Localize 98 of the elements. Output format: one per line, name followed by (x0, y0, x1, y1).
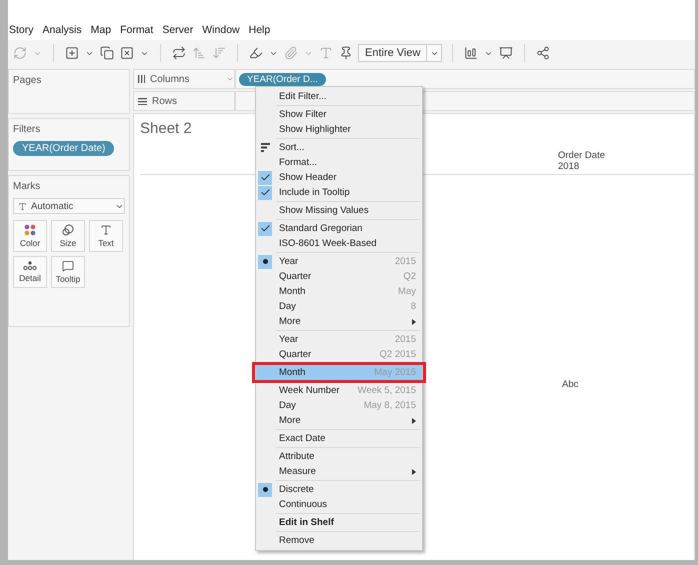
duplicate-button[interactable] (99, 45, 115, 61)
fit-dropdown[interactable]: Entire View (358, 44, 442, 62)
rows-icon (138, 98, 147, 104)
field-pill[interactable]: YEAR(Order D... (239, 72, 326, 86)
menu-item[interactable]: Quarter Q2 (256, 269, 422, 284)
menu-item[interactable]: Format... (256, 155, 422, 170)
submenu-arrow-icon (412, 318, 416, 324)
menu-item[interactable]: Show Header (256, 170, 422, 185)
mark-card[interactable]: Color (13, 220, 47, 252)
mark-card[interactable]: Detail (13, 256, 47, 288)
menu-item[interactable]: Show Filter (256, 107, 422, 122)
menu-item[interactable]: Discrete (256, 482, 422, 497)
sort-icon (260, 143, 270, 152)
panel-title: Pages (13, 75, 42, 86)
swap-icon (172, 46, 186, 60)
new-worksheet-button[interactable] (64, 45, 80, 61)
mark-card[interactable]: Tooltip (51, 256, 85, 288)
submenu-arrow-icon (412, 418, 416, 424)
menu-item[interactable]: More (256, 314, 422, 329)
text-icon (100, 224, 112, 236)
menu-item-value: May 8, 2015 (364, 400, 416, 411)
menu-item-value: 8 (410, 301, 416, 312)
menu-item[interactable]: Exact Date (256, 431, 422, 446)
shelf-drop-area[interactable]: YEAR(Order D... (235, 69, 695, 89)
menu-item[interactable]: Quarter Q2 2015 (256, 347, 422, 362)
menu-item[interactable]: Attribute (256, 449, 422, 464)
menu-item[interactable]: Day 8 (256, 299, 422, 314)
menu-item[interactable]: ISO-8601 Week-Based (256, 236, 422, 251)
menu-item[interactable]: Day May 8, 2015 (256, 398, 422, 413)
menu-item[interactable]: Edit in Shelf (256, 515, 422, 530)
sort-ascending-icon (192, 46, 206, 60)
menu-item[interactable]: More (256, 413, 422, 428)
menu-item[interactable]: Remove (256, 533, 422, 548)
menu-item-value: Q2 2015 (380, 349, 416, 360)
sheet-title: Sheet 2 (140, 120, 192, 137)
menu-item[interactable]: Sort... (256, 140, 422, 155)
menu-item-value: May 2015 (374, 367, 416, 378)
text-icon (319, 46, 333, 60)
presentation-icon (499, 46, 514, 60)
menu-item-value: May (398, 286, 416, 297)
menu-bar-item[interactable]: Story (9, 24, 34, 36)
caret-icon (226, 75, 234, 83)
menu-bar-item[interactable]: Server (162, 24, 194, 36)
menu-item-value: 2015 (394, 256, 416, 267)
panel-title: Filters (13, 124, 42, 135)
bar-chart-icon (464, 46, 478, 60)
menu-bar-item[interactable]: Help (248, 24, 270, 36)
menu-item[interactable]: Month May 2015 (256, 365, 422, 380)
menu-bar-item[interactable]: Map (90, 24, 112, 36)
presentation-button[interactable] (498, 45, 514, 61)
menu-item[interactable]: Include in Tooltip (256, 185, 422, 200)
highlighter-icon (249, 46, 263, 60)
menu-bar-item[interactable]: Analysis (42, 24, 82, 36)
pin-icon (339, 46, 353, 60)
clear-icon (120, 46, 134, 60)
menu-item[interactable]: Month May (256, 284, 422, 299)
column-header-value: 2018 (558, 161, 580, 172)
size-circles-icon (62, 224, 74, 236)
text-icon (18, 202, 27, 210)
add-sheet-icon (65, 46, 79, 60)
filter-pill[interactable]: YEAR(Order Date) (13, 141, 114, 156)
panel-title: Marks (13, 181, 42, 192)
menu-bar-item[interactable]: Format (120, 24, 154, 36)
shelf-label: Rows (133, 91, 235, 111)
menu-item[interactable]: Show Missing Values (256, 203, 422, 218)
menu-item[interactable]: Year 2015 (256, 332, 422, 347)
highlight-button[interactable] (248, 45, 264, 61)
refresh-icon (13, 46, 27, 60)
menu-item[interactable]: Edit Filter... (256, 89, 422, 104)
sort-descending-icon (212, 46, 226, 60)
show-me-button[interactable] (463, 45, 480, 61)
menu-item-value: 2015 (394, 334, 416, 345)
swap-button[interactable] (171, 45, 187, 61)
menu-item[interactable]: Show Highlighter (256, 122, 422, 137)
column-header-label: Order Date (558, 150, 605, 161)
menu-item-value: Week 5, 2015 (358, 385, 416, 396)
menu-item[interactable]: Continuous (256, 497, 422, 512)
menu-item[interactable]: Measure (256, 464, 422, 479)
paperclip-icon (284, 46, 298, 60)
menu-bar-item[interactable]: Window (202, 24, 240, 36)
share-icon (536, 46, 550, 60)
mark-card[interactable]: Size (51, 220, 85, 252)
menu-item[interactable]: Standard Gregorian (256, 221, 422, 236)
submenu-arrow-icon (412, 468, 416, 474)
share-button[interactable] (535, 45, 552, 61)
shelf-label: Columns (133, 69, 235, 89)
detail-dots-icon (23, 261, 37, 271)
clear-sheet-button[interactable] (119, 45, 135, 61)
mark-type-dropdown[interactable]: Automatic (13, 198, 125, 214)
tooltip-icon (62, 260, 74, 272)
mark-card[interactable]: Text (89, 220, 123, 252)
menu-item[interactable]: Year 2015 (256, 254, 422, 269)
menu-item-value: Q2 (403, 271, 416, 282)
menu-item[interactable]: Week Number Week 5, 2015 (256, 383, 422, 398)
columns-icon (138, 75, 145, 83)
color-dots-icon (24, 224, 36, 236)
copy-icon (100, 46, 114, 60)
table-cell-text: Abc (562, 379, 580, 390)
